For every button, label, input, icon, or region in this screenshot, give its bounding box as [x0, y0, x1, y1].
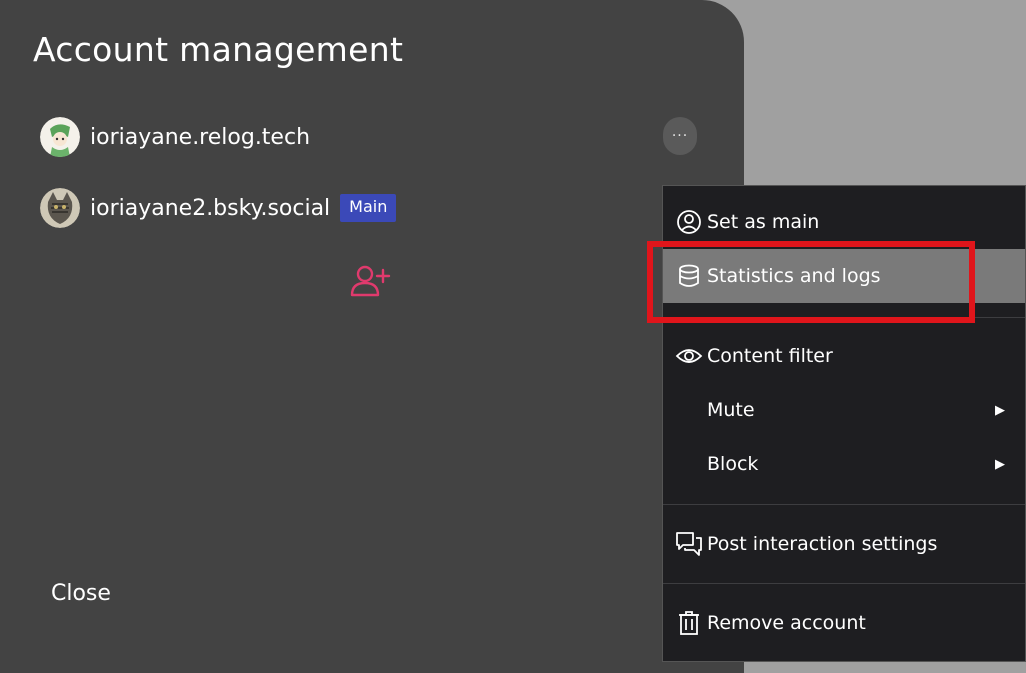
- account-row[interactable]: ioriayane.relog.tech: [40, 117, 310, 157]
- menu-item-label: Block: [707, 453, 759, 475]
- eye-icon: [675, 342, 703, 370]
- menu-item-post-interaction-settings[interactable]: Post interaction settings: [663, 517, 1025, 571]
- menu-item-label: Statistics and logs: [707, 265, 881, 287]
- menu-item-statistics-and-logs[interactable]: Statistics and logs: [663, 249, 1025, 303]
- menu-item-label: Set as main: [707, 211, 820, 233]
- menu-item-block[interactable]: Block ▶: [663, 437, 1025, 491]
- submenu-arrow-icon: ▶: [995, 402, 1005, 418]
- account-more-button[interactable]: ···: [663, 117, 697, 155]
- avatar: [40, 117, 80, 157]
- main-badge: Main: [340, 194, 397, 222]
- close-button[interactable]: Close: [51, 581, 111, 606]
- menu-divider: [663, 504, 1025, 505]
- menu-item-content-filter[interactable]: Content filter: [663, 329, 1025, 383]
- menu-item-label: Remove account: [707, 612, 866, 634]
- account-context-menu: Set as main Statistics and logs Content …: [662, 185, 1026, 662]
- database-icon: [675, 262, 703, 290]
- add-account-button[interactable]: [349, 264, 391, 298]
- trash-icon: [675, 609, 703, 637]
- account-handle: ioriayane.relog.tech: [90, 124, 311, 150]
- account-row[interactable]: ioriayane2.bsky.social Main: [40, 188, 397, 228]
- menu-divider: [663, 583, 1025, 584]
- menu-item-label: Post interaction settings: [707, 533, 938, 555]
- dialog-title: Account management: [33, 30, 404, 69]
- submenu-arrow-icon: ▶: [995, 456, 1005, 472]
- user-plus-icon: [349, 265, 391, 302]
- account-handle: ioriayane2.bsky.social: [90, 195, 331, 221]
- menu-item-remove-account[interactable]: Remove account: [663, 596, 1025, 650]
- avatar: [40, 188, 80, 228]
- menu-item-label: Content filter: [707, 345, 833, 367]
- account-management-dialog: Account management ioriayane.relog.tech …: [0, 0, 744, 673]
- menu-item-mute[interactable]: Mute ▶: [663, 383, 1025, 437]
- menu-item-label: Mute: [707, 399, 755, 421]
- menu-divider: [663, 317, 1025, 318]
- chat-bubbles-icon: [675, 530, 703, 558]
- user-circle-icon: [675, 208, 703, 236]
- menu-item-set-as-main[interactable]: Set as main: [663, 195, 1025, 249]
